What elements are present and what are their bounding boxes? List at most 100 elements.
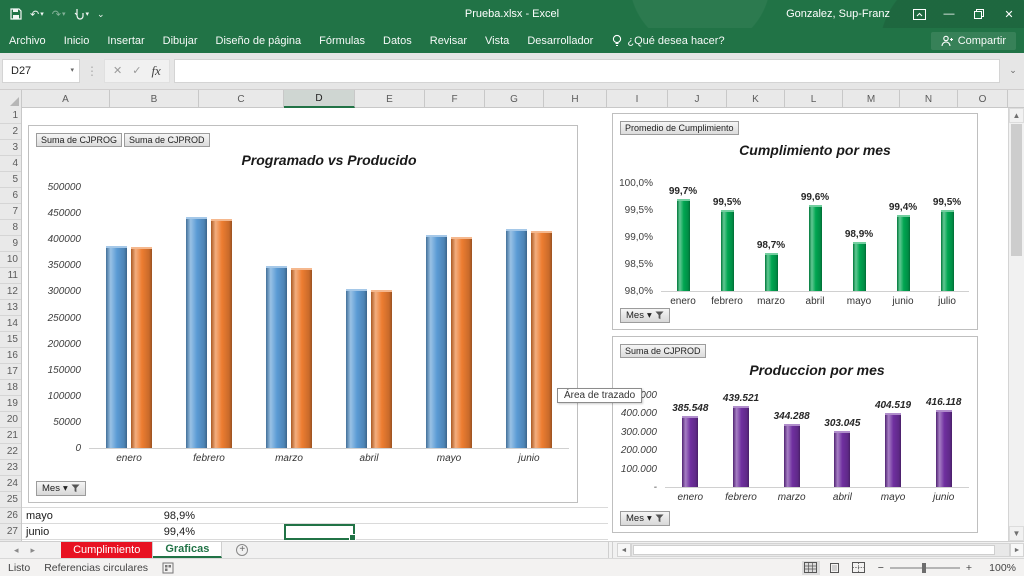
formula-bar-expand-icon[interactable]: ⌄ [1004,65,1022,76]
insert-function-icon[interactable]: fx [151,63,160,79]
plot-area[interactable]: 385.548439.521344.288303.045404.519416.1… [665,396,969,488]
ribbon-tab-archivo[interactable]: Archivo [0,30,55,52]
chart-cumplimiento-por-mes[interactable]: Promedio de CumplimientoCumplimiento por… [612,113,978,330]
vertical-scrollbar[interactable]: ▲ ▼ [1008,108,1024,541]
row-header-9[interactable]: 9 [0,236,21,252]
zoom-slider-thumb[interactable] [922,563,926,573]
zoom-slider[interactable] [890,567,960,569]
ribbon-tab-datos[interactable]: Datos [374,30,421,52]
column-header-O[interactable]: O [958,90,1008,108]
pivot-field-button[interactable]: Suma de CJPROD [620,344,706,358]
column-header-G[interactable]: G [485,90,544,108]
sheet-tab-graficas[interactable]: Graficas [153,542,222,558]
vertical-scroll-thumb[interactable] [1011,124,1022,256]
row-header-19[interactable]: 19 [0,396,21,412]
circular-references-warning[interactable]: Referencias circulares [44,562,148,574]
share-button[interactable]: Compartir [931,32,1016,50]
row-header-18[interactable]: 18 [0,380,21,396]
horizontal-scrollbar[interactable]: ◄ ► [608,542,1024,558]
row-header-3[interactable]: 3 [0,140,21,156]
ribbon-tab-insertar[interactable]: Insertar [98,30,153,52]
ribbon-display-options-icon[interactable] [904,0,934,28]
row-header-2[interactable]: 2 [0,124,21,140]
plot-area[interactable] [89,188,569,449]
column-header-J[interactable]: J [668,90,727,108]
column-header-A[interactable]: A [22,90,110,108]
column-header-E[interactable]: E [355,90,425,108]
horizontal-scroll-thumb[interactable] [633,545,995,555]
axis-field-button-mes[interactable]: Mes▾ [620,308,670,323]
row-header-20[interactable]: 20 [0,412,21,428]
column-header-L[interactable]: L [785,90,843,108]
ribbon-tab-f-rmulas[interactable]: Fórmulas [310,30,374,52]
save-icon[interactable] [10,8,22,20]
confirm-entry-icon[interactable]: ✓ [132,64,141,77]
row-header-25[interactable]: 25 [0,492,21,508]
row-header-24[interactable]: 24 [0,476,21,492]
cell-B27[interactable]: 99,4% [110,524,199,540]
pivot-field-button[interactable]: Suma de CJPROG [36,133,122,147]
ribbon-tab-desarrollador[interactable]: Desarrollador [518,30,602,52]
scroll-up-icon[interactable]: ▲ [1009,108,1024,123]
column-header-M[interactable]: M [843,90,900,108]
axis-field-button-mes[interactable]: Mes▾ [36,481,86,496]
ribbon-tab-inicio[interactable]: Inicio [55,30,99,52]
redo-button[interactable]: ↷▾ [52,8,66,21]
row-header-8[interactable]: 8 [0,220,21,236]
row-header-7[interactable]: 7 [0,204,21,220]
zoom-out-icon[interactable]: − [878,562,884,574]
column-header-D[interactable]: D [284,90,355,108]
column-header-B[interactable]: B [110,90,199,108]
zoom-level[interactable]: 100% [982,562,1016,574]
name-box-splitter[interactable]: ⋮ [84,64,100,78]
row-header-27[interactable]: 27 [0,524,21,540]
column-header-F[interactable]: F [425,90,485,108]
cell-A26[interactable]: mayo [22,508,110,524]
name-box-dropdown-icon[interactable]: ▾ [70,67,74,74]
next-sheet-icon[interactable]: ▸ [31,545,36,556]
touch-mode-button[interactable]: ▾ [73,8,89,20]
column-header-C[interactable]: C [199,90,284,108]
scroll-down-icon[interactable]: ▼ [1009,526,1024,541]
axis-field-button-mes[interactable]: Mes▾ [620,511,670,526]
sheet-tab-cumplimiento[interactable]: Cumplimiento [61,542,153,558]
horizontal-scroll-track[interactable] [631,543,1010,557]
undo-button[interactable]: ↶▾ [30,8,44,21]
row-header-10[interactable]: 10 [0,252,21,268]
customize-quick-access-icon[interactable]: ⌄ [97,9,105,20]
page-layout-view-icon[interactable] [826,561,844,575]
minimize-button[interactable]: — [934,0,964,28]
row-header-17[interactable]: 17 [0,364,21,380]
row-header-11[interactable]: 11 [0,268,21,284]
row-header-6[interactable]: 6 [0,188,21,204]
row-header-13[interactable]: 13 [0,300,21,316]
row-header-22[interactable]: 22 [0,444,21,460]
column-header-K[interactable]: K [727,90,785,108]
plot-area[interactable]: 99,7%99,5%98,7%99,6%98,9%99,4%99,5% [661,184,969,292]
ribbon-tab-dibujar[interactable]: Dibujar [154,30,207,52]
row-header-15[interactable]: 15 [0,332,21,348]
scroll-left-icon[interactable]: ◄ [617,543,631,557]
ribbon-tab-dise-o-de-p-gina[interactable]: Diseño de página [207,30,311,52]
new-sheet-button[interactable]: + [236,542,248,558]
cell-A27[interactable]: junio [22,524,110,540]
chart-produccion-por-mes[interactable]: Suma de CJPRODProduccion por mes500.0004… [612,336,978,533]
restore-button[interactable] [964,0,994,28]
row-header-12[interactable]: 12 [0,284,21,300]
page-break-view-icon[interactable] [850,561,868,575]
worksheet-grid[interactable]: 1234567891011121314151617181920212223242… [0,108,1024,541]
row-header-14[interactable]: 14 [0,316,21,332]
scroll-right-icon[interactable]: ► [1010,543,1024,557]
cancel-entry-icon[interactable]: ✕ [113,64,122,77]
column-header-I[interactable]: I [607,90,668,108]
macro-record-icon[interactable] [162,562,174,574]
cell-B26[interactable]: 98,9% [110,508,199,524]
column-header-N[interactable]: N [900,90,958,108]
zoom-in-icon[interactable]: + [966,562,972,574]
row-header-16[interactable]: 16 [0,348,21,364]
row-header-1[interactable]: 1 [0,108,21,124]
ribbon-tab-vista[interactable]: Vista [476,30,518,52]
row-header-4[interactable]: 4 [0,156,21,172]
row-header-26[interactable]: 26 [0,508,21,524]
row-header-5[interactable]: 5 [0,172,21,188]
